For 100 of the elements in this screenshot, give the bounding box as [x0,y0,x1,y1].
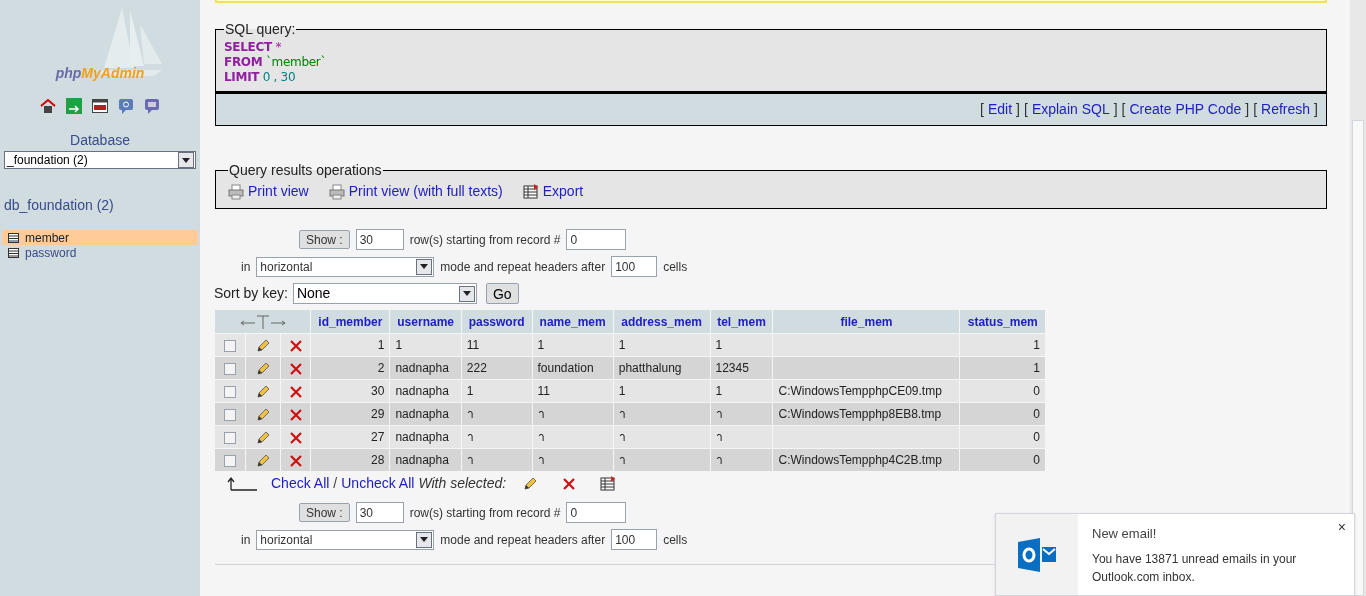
bracket-text: [ [1253,100,1258,119]
delete-icon[interactable] [288,384,303,399]
delete-icon[interactable] [288,430,303,445]
exit-icon[interactable] [66,98,82,114]
scrollbar-thumb[interactable] [1352,120,1364,596]
delete-icon[interactable] [562,476,577,491]
mode-select[interactable]: horizontal [256,256,435,277]
operation-link[interactable]: Export [542,181,584,202]
operation-link[interactable]: Print view (with full texts) [348,181,503,202]
rows-field[interactable]: 30 [355,229,404,250]
table-cell: า [613,426,710,448]
operation-link[interactable]: Print view [248,181,309,202]
table-cell: 1 [960,334,1045,356]
column-header[interactable]: id_member [311,310,390,333]
column-header[interactable]: address_mem [613,310,710,333]
go-button[interactable]: Go [485,283,519,304]
show-button[interactable]: Show : [299,230,350,249]
bracket-text: ] [1245,100,1250,119]
help-icon[interactable] [118,98,134,114]
home-icon[interactable] [40,98,56,114]
row-checkbox[interactable] [224,362,236,375]
corner-arrow-icon [227,475,257,492]
uncheck-all-link[interactable]: Uncheck All [341,473,415,494]
phpmyadmin-logo[interactable]: phpMyAdmin [55,63,145,84]
sql-action-link[interactable]: Create PHP Code [1129,99,1242,120]
close-button[interactable]: × [1337,520,1346,534]
table-cell: 29 [311,403,390,425]
table-cell: า [613,403,710,425]
table-cell: 0 [960,426,1045,448]
delete-icon[interactable] [288,361,303,376]
sql-action-link[interactable]: Refresh [1261,99,1311,120]
delete-icon[interactable] [288,407,303,422]
table-cell: า [532,403,613,425]
table-cell: า [461,426,532,448]
pencil-icon[interactable] [522,475,539,492]
pencil-icon[interactable] [254,429,271,446]
table-icon[interactable] [8,232,19,243]
row-checkbox[interactable] [224,385,236,398]
table-cell: 1 [613,334,710,356]
table-cell: 27 [311,426,390,448]
pencil-icon[interactable] [254,383,271,400]
column-header[interactable]: tel_mem [710,310,773,333]
table-cell: 1 [710,380,773,402]
pencil-icon[interactable] [254,452,271,469]
row-checkbox[interactable] [224,431,236,444]
pencil-icon[interactable] [254,406,271,423]
mode-select[interactable]: horizontal [256,529,435,550]
bracket-text: ] [1016,100,1020,119]
table-cell: า [710,426,773,448]
table-list-item[interactable]: password [2,245,198,260]
sql-action-link[interactable]: Edit [987,99,1013,120]
repeat-headers-field[interactable]: 100 [611,256,658,277]
column-header[interactable]: name_mem [532,310,613,333]
bracket-text: ] [1113,100,1118,119]
row-checkbox[interactable] [224,454,236,467]
with-selected-label: With selected: [418,474,507,493]
in-label: in [241,531,251,549]
repeat-label: mode and repeat headers after [440,531,606,549]
repeat-label: mode and repeat headers after [440,258,606,276]
row-checkbox[interactable] [224,408,236,421]
sql-query-legend: SQL query: [224,19,297,40]
repeat-headers-field[interactable]: 100 [611,529,658,550]
column-header[interactable]: status_mem [960,310,1045,333]
sort-label: Sort by key: [214,284,288,303]
table-cell: 12345 [710,357,773,379]
table-icon[interactable] [8,247,19,258]
sql-line: SELECT * [224,40,283,55]
export-icon[interactable] [522,184,539,199]
table-cell: 1 [532,334,613,356]
sort-select[interactable]: None [292,283,477,304]
printer-icon[interactable] [328,183,345,200]
database-select[interactable]: _foundation (2) [4,151,196,169]
delete-icon[interactable] [288,338,303,353]
column-header[interactable]: file_mem [773,310,960,333]
table-cell: า [532,426,613,448]
column-header[interactable]: password [461,310,532,333]
sql-docs-icon[interactable] [144,98,160,114]
sql-action-link[interactable]: Explain SQL [1031,99,1110,120]
row-checkbox[interactable] [224,339,236,352]
start-record-field[interactable]: 0 [566,229,627,250]
table-cell: nadnapha [390,426,461,448]
start-record-field[interactable]: 0 [566,502,627,523]
database-title[interactable]: db_foundation (2) [4,195,196,216]
sql-line: FROM `member` [224,55,328,70]
pencil-icon[interactable] [254,360,271,377]
export-icon[interactable] [600,476,617,491]
table-cell: nadnapha [390,449,461,471]
column-header[interactable]: username [390,310,461,333]
printer-icon[interactable] [228,183,244,200]
check-all-link[interactable]: Check All [271,473,330,494]
notification-message: You have 13871 unread emails in your Outlook.com inbox. [1092,550,1298,586]
pencil-icon[interactable] [254,337,271,354]
show-button[interactable]: Show : [299,503,350,522]
separator-text: / [333,474,338,493]
rows-field[interactable]: 30 [355,502,404,523]
table-list-item[interactable]: member [2,230,198,245]
table-cell: 1 [710,334,773,356]
table-cell: 1 [461,380,532,402]
delete-icon[interactable] [288,453,303,468]
sql-window-icon[interactable] [92,98,108,114]
